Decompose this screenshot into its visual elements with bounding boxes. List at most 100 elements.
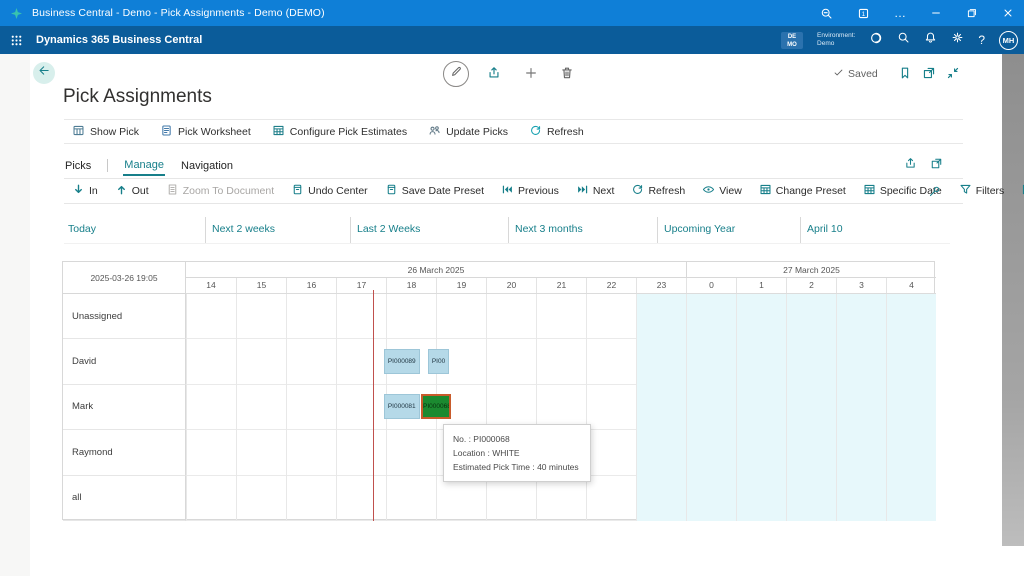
business-central-logo-icon xyxy=(10,7,23,20)
tab-navigation[interactable]: Navigation xyxy=(180,157,234,175)
action-save-date-preset[interactable]: Save Date Preset xyxy=(385,183,484,199)
quicklink-upcoming-year[interactable]: Upcoming Year xyxy=(657,217,800,243)
gantt-resource-labels: UnassignedDavidMarkRaymondall xyxy=(63,294,186,521)
search-icon[interactable] xyxy=(897,31,910,49)
gantt-hour-22: 22 xyxy=(586,278,636,293)
gantt-hour-16: 16 xyxy=(286,278,336,293)
command-refresh[interactable]: Refresh xyxy=(529,124,584,140)
settings-gear-icon[interactable] xyxy=(951,31,964,49)
arrow-down-icon xyxy=(72,183,85,199)
action-view[interactable]: View xyxy=(702,183,742,199)
gantt-hour-2: 2 xyxy=(786,278,836,293)
action-refresh[interactable]: Refresh xyxy=(631,183,685,199)
gantt-day-header: 26 March 202527 March 2025 xyxy=(186,262,936,278)
action-out[interactable]: Out xyxy=(115,183,149,199)
gantt-day-27-march-2025: 27 March 2025 xyxy=(686,262,936,278)
command-bar: Show Pick Pick Worksheet Configure Pick Es… xyxy=(64,119,963,144)
pick-bar-pi000068[interactable]: PI000068 xyxy=(421,394,451,419)
filter-icon xyxy=(959,183,972,199)
action-change-preset[interactable]: Change Preset xyxy=(759,183,846,199)
restore-button[interactable] xyxy=(966,7,978,19)
browser-zoom-out-icon[interactable] xyxy=(820,7,833,20)
tab-manage[interactable]: Manage xyxy=(123,156,165,176)
action-previous[interactable]: Previous xyxy=(501,183,559,199)
gantt-hour-0: 0 xyxy=(686,278,736,293)
back-arrow-icon xyxy=(38,64,51,82)
tab-divider xyxy=(107,159,108,172)
people-icon xyxy=(428,124,441,140)
tab-count-icon[interactable]: 1 xyxy=(857,7,870,20)
pick-bar-pi000081[interactable]: PI000081 xyxy=(384,394,421,419)
help-icon[interactable]: ? xyxy=(978,33,985,47)
gantt-timeline: PI000089 PI00 PI000081PI000068 xyxy=(186,294,936,521)
quicklink-next-3-months[interactable]: Next 3 months xyxy=(508,217,657,243)
gantt-hour-23: 23 xyxy=(636,278,686,293)
environment-badge[interactable]: DE MO xyxy=(781,32,803,49)
gantt-hour-4: 4 xyxy=(886,278,936,293)
gantt-hour-1: 1 xyxy=(736,278,786,293)
left-gutter xyxy=(0,54,30,576)
tab-row: Picks Manage Navigation xyxy=(64,154,963,177)
back-button[interactable] xyxy=(33,62,55,84)
close-button[interactable] xyxy=(1002,7,1014,19)
command-show-pick[interactable]: Show Pick xyxy=(72,124,139,140)
tooltip-line-time: Estimated Pick Time : 40 minutes xyxy=(453,460,581,474)
refresh-icon xyxy=(631,183,644,199)
app-header: Dynamics 365 Business Central DE MO Envi… xyxy=(0,26,1024,54)
open-in-window-icon[interactable] xyxy=(922,66,936,80)
gantt-resource-unassigned: Unassigned xyxy=(63,294,186,339)
delete-button[interactable] xyxy=(560,66,574,80)
gantt-datetime-label: 2025-03-26 19:05 xyxy=(63,262,186,294)
refresh-icon xyxy=(529,124,542,140)
gantt-tooltip: No. : PI000068 Location : WHITE Estimate… xyxy=(443,424,591,482)
gantt-day-26-march-2025: 26 March 2025 xyxy=(186,262,686,278)
quicklink-april-10[interactable]: April 10 xyxy=(800,217,940,243)
gantt-hour-17: 17 xyxy=(336,278,386,293)
share-button[interactable] xyxy=(487,66,501,80)
gantt-hour-14: 14 xyxy=(186,278,236,293)
edit-button[interactable] xyxy=(443,61,469,87)
table-icon xyxy=(272,124,285,140)
quicklink-today[interactable]: Today xyxy=(64,217,205,243)
new-button[interactable] xyxy=(524,66,538,80)
pick-bar-pi00[interactable]: PI00 xyxy=(428,349,449,374)
archive-icon xyxy=(291,183,304,199)
action-in[interactable]: In xyxy=(72,183,98,199)
view-icon xyxy=(702,183,715,199)
dynamics365-icon[interactable] xyxy=(869,31,883,50)
archive-icon xyxy=(385,183,398,199)
app-launcher-icon[interactable] xyxy=(9,33,24,48)
open-in-excel-icon[interactable] xyxy=(930,157,943,175)
gantt-hour-20: 20 xyxy=(486,278,536,293)
user-avatar[interactable]: MH xyxy=(999,31,1018,50)
tab-picks[interactable]: Picks xyxy=(64,157,92,175)
arrow-up-icon xyxy=(115,183,128,199)
bookmark-icon[interactable] xyxy=(898,66,912,80)
minimize-button[interactable] xyxy=(930,7,942,19)
worksheet-icon xyxy=(160,124,173,140)
action-undo-center[interactable]: Undo Center xyxy=(291,183,368,199)
table-icon xyxy=(863,183,876,199)
save-status: Saved xyxy=(833,67,878,81)
command-update-picks[interactable]: Update Picks xyxy=(428,124,508,140)
product-name[interactable]: Dynamics 365 Business Central xyxy=(36,34,202,46)
screen: Business Central - Demo - Pick Assignmen… xyxy=(0,0,1024,576)
check-icon xyxy=(833,67,844,81)
window-titlebar: Business Central - Demo - Pick Assignmen… xyxy=(0,0,1024,26)
pick-bar-pi000089[interactable]: PI000089 xyxy=(384,349,421,374)
action-zoom-to-document: Zoom To Document xyxy=(166,183,274,199)
quicklink-last-2-weeks[interactable]: Last 2 Weeks xyxy=(350,217,508,243)
command-pick-worksheet[interactable]: Pick Worksheet xyxy=(160,124,251,140)
collapse-icon[interactable] xyxy=(946,66,960,80)
browser-menu-icon[interactable]: … xyxy=(894,8,906,18)
notifications-bell-icon[interactable] xyxy=(924,31,937,49)
action-filters[interactable]: Filters xyxy=(959,183,1005,199)
quicklink-next-2-weeks[interactable]: Next 2 weeks xyxy=(205,217,350,243)
report-icon xyxy=(72,124,85,140)
command-configure-pick-estimates[interactable]: Configure Pick Estimates xyxy=(272,124,407,140)
action-next[interactable]: Next xyxy=(576,183,615,199)
pin-icon[interactable] xyxy=(928,185,941,203)
gantt-hour-header: 1415161718192021222301234 xyxy=(186,278,936,294)
gantt-hour-15: 15 xyxy=(236,278,286,293)
share-page-icon[interactable] xyxy=(904,157,917,175)
